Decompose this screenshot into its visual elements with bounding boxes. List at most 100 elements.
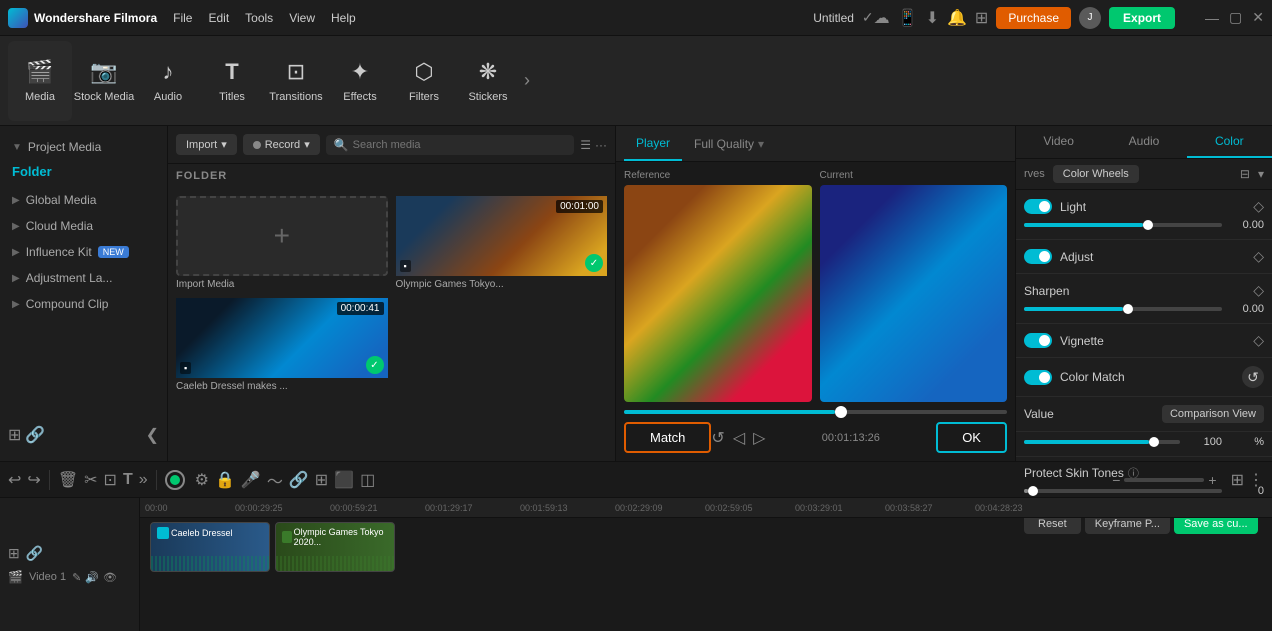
filter-icon[interactable]: ☰ [580, 138, 591, 152]
light-keyframe-icon[interactable]: ◇ [1253, 198, 1264, 215]
pip-icon[interactable]: ⬛ [334, 470, 354, 490]
sharpen-keyframe-icon[interactable]: ◇ [1253, 282, 1264, 299]
grid-view-icon[interactable]: ⊞ [1231, 470, 1244, 490]
toolbar-media[interactable]: 🎬 Media [8, 41, 72, 121]
adjust-toggle[interactable] [1024, 249, 1052, 264]
text-icon[interactable]: T [123, 471, 133, 489]
menu-file[interactable]: File [173, 11, 192, 25]
settings-icon[interactable]: ⚙ [195, 470, 209, 490]
sidebar-global-media[interactable]: ▶ Global Media [0, 187, 167, 213]
new-badge: NEW [98, 246, 129, 258]
menu-help[interactable]: Help [331, 11, 356, 25]
toolbar-titles[interactable]: T Titles [200, 41, 264, 121]
menu-edit[interactable]: Edit [208, 11, 229, 25]
vignette-keyframe-icon[interactable]: ◇ [1253, 332, 1264, 349]
skin-slider[interactable] [1024, 489, 1222, 493]
track-eye-icon[interactable]: 👁 [103, 571, 117, 584]
mic-icon[interactable]: 🎤 [241, 470, 261, 490]
sidebar-influence-kit[interactable]: ▶ Influence Kit NEW [0, 239, 167, 265]
import-button[interactable]: Import ▾ [176, 134, 237, 155]
purchase-button[interactable]: Purchase [996, 7, 1071, 29]
shield-icon[interactable]: 🔒 [215, 470, 235, 490]
minimize-button[interactable]: — [1205, 10, 1219, 26]
olympic-games-tile[interactable]: 00:01:00 ✓ ▪ Olympic Games Tokyo... [396, 196, 608, 290]
export-button[interactable]: Export [1109, 7, 1175, 29]
curves-subtab[interactable]: rves [1024, 168, 1045, 180]
toolbar-more-icon[interactable]: › [524, 70, 530, 91]
sidebar-cloud-media[interactable]: ▶ Cloud Media [0, 213, 167, 239]
search-input[interactable] [353, 139, 567, 151]
vignette-header: Vignette ◇ [1024, 332, 1264, 349]
track-mute-icon[interactable]: 🔊 [85, 571, 99, 584]
toolbar-transitions[interactable]: ⊡ Transitions [264, 41, 328, 121]
preview-slider[interactable] [624, 410, 1007, 414]
light-toggle[interactable] [1024, 199, 1052, 214]
rotate-left-icon[interactable]: ↺ [711, 428, 724, 448]
sidebar-compound-clip[interactable]: ▶ Compound Clip [0, 291, 167, 317]
menu-view[interactable]: View [289, 11, 315, 25]
toolbar-stickers[interactable]: ❋ Stickers [456, 41, 520, 121]
comparison-view-button[interactable]: Comparison View [1162, 405, 1264, 423]
tab-player[interactable]: Player [624, 126, 682, 161]
crop-icon[interactable]: ⊡ [104, 470, 117, 490]
split-view-icon[interactable]: ⊟ [1240, 167, 1250, 181]
search-box[interactable]: 🔍 [326, 135, 575, 155]
avatar[interactable]: J [1079, 7, 1101, 29]
match-button[interactable]: Match [624, 422, 711, 453]
step-back-icon[interactable]: ◁ [733, 428, 745, 448]
link-tracks-icon[interactable]: 🔗 [26, 545, 43, 562]
play-icon[interactable]: ▷ [753, 428, 765, 448]
menu-tools[interactable]: Tools [245, 11, 273, 25]
full-quality-label[interactable]: Full Quality [694, 137, 754, 151]
record-button[interactable]: Record ▾ [243, 134, 320, 155]
caeleb-clip[interactable]: Caeleb Dressel [150, 522, 270, 572]
tab-color[interactable]: Color [1187, 126, 1272, 158]
sharpen-slider[interactable] [1024, 307, 1222, 311]
toolbar-filters[interactable]: ⬡ Filters [392, 41, 456, 121]
delete-icon[interactable]: 🗑 [58, 470, 78, 490]
zoom-plus-icon[interactable]: + [1208, 472, 1216, 488]
scissors-icon[interactable]: ✂ [84, 470, 97, 490]
tab-video[interactable]: Video [1016, 126, 1101, 158]
waveform-icon[interactable]: 〜 [267, 468, 283, 492]
adjust-keyframe-icon[interactable]: ◇ [1253, 248, 1264, 265]
ok-button[interactable]: OK [936, 422, 1007, 453]
link-icon[interactable]: 🔗 [289, 470, 309, 490]
value-slider[interactable] [1024, 440, 1180, 444]
color-match-reset-btn[interactable]: ↺ [1242, 366, 1264, 388]
undo-icon[interactable]: ↩ [8, 470, 21, 490]
track-edit-icon[interactable]: ✎ [72, 571, 81, 584]
project-media-label: Project Media [28, 140, 101, 154]
redo-icon[interactable]: ↪ [27, 470, 40, 490]
split-track-icon[interactable]: ⊞ [315, 470, 328, 490]
sidebar-adjustment-layer[interactable]: ▶ Adjustment La... [0, 265, 167, 291]
restore-button[interactable]: ▢ [1229, 9, 1242, 26]
zoom-fit-icon[interactable]: ◫ [360, 470, 375, 490]
toolbar-stock-media[interactable]: 📷 Stock Media [72, 41, 136, 121]
subtabs-dropdown[interactable]: ▾ [1258, 167, 1264, 181]
sidebar-link-btn[interactable]: 🔗 [25, 425, 45, 445]
quality-dropdown-icon[interactable]: ▾ [758, 137, 764, 151]
zoom-minus-icon[interactable]: − [1112, 472, 1120, 488]
add-track-icon[interactable]: ⊞ [8, 545, 20, 562]
close-button[interactable]: ✕ [1252, 9, 1264, 26]
olympic-clip[interactable]: Olympic Games Tokyo 2020... [275, 522, 395, 572]
toolbar-effects[interactable]: ✦ Effects [328, 41, 392, 121]
light-slider[interactable] [1024, 223, 1222, 227]
color-wheels-button[interactable]: Color Wheels [1053, 165, 1139, 183]
tab-audio[interactable]: Audio [1101, 126, 1186, 158]
color-match-toggle[interactable] [1024, 370, 1052, 385]
sidebar-collapse-btn[interactable]: ❮ [146, 425, 159, 445]
import-media-tile[interactable]: + Import Media [176, 196, 388, 290]
timeline-more-icon[interactable]: ⋮ [1248, 470, 1264, 490]
more-tools-icon[interactable]: » [139, 471, 148, 489]
more-icon[interactable]: ··· [595, 138, 607, 152]
sidebar-project-media[interactable]: ▼ Project Media [0, 134, 167, 160]
caeleb-tile[interactable]: 00:00:41 ✓ ▪ Caeleb Dressel makes ... [176, 298, 388, 392]
timeline-record-button[interactable] [165, 470, 185, 490]
toolbar-audio[interactable]: ♪ Audio [136, 41, 200, 121]
zoom-slider[interactable] [1124, 478, 1204, 482]
vignette-toggle[interactable] [1024, 333, 1052, 348]
adjust-header: Adjust ◇ [1024, 248, 1264, 265]
sidebar-add-btn[interactable]: ⊞ [8, 425, 21, 445]
